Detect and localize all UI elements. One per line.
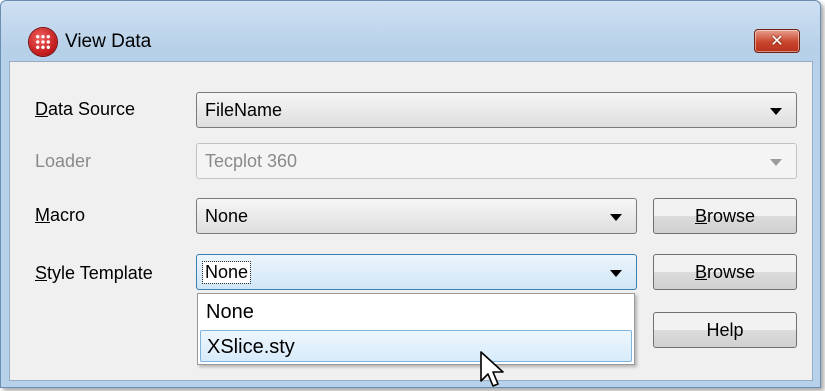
chevron-down-icon bbox=[610, 270, 622, 277]
help-button[interactable]: Help bbox=[653, 312, 797, 348]
dropdown-option-none[interactable]: None bbox=[200, 296, 632, 328]
data-source-combo[interactable]: FileName bbox=[196, 92, 797, 128]
mouse-pointer-icon bbox=[480, 351, 504, 387]
loader-value: Tecplot 360 bbox=[205, 151, 298, 171]
dropdown-option-xslice[interactable]: XSlice.sty bbox=[200, 330, 632, 362]
data-source-label: Data Source bbox=[35, 99, 136, 119]
loader-combo: Tecplot 360 bbox=[196, 143, 797, 179]
macro-browse-label: Browse bbox=[694, 206, 756, 226]
style-browse-label: Browse bbox=[694, 262, 756, 282]
macro-label: Macro bbox=[35, 205, 86, 225]
chevron-down-icon bbox=[770, 108, 782, 115]
chevron-down-icon bbox=[610, 214, 622, 221]
style-template-combo[interactable]: None bbox=[196, 254, 637, 290]
macro-browse-button[interactable]: Browse bbox=[653, 198, 797, 234]
close-icon: ✕ bbox=[770, 31, 784, 50]
style-template-dropdown-list: None XSlice.sty bbox=[197, 293, 635, 365]
data-source-value: FileName bbox=[205, 100, 283, 120]
macro-value: None bbox=[205, 206, 249, 226]
close-button[interactable]: ✕ bbox=[754, 29, 800, 53]
window-title: View Data bbox=[65, 31, 152, 52]
loader-label: Loader bbox=[35, 151, 92, 171]
app-icon bbox=[29, 28, 57, 56]
chevron-down-icon bbox=[770, 159, 782, 166]
view-data-dialog: View Data ✕ Data Source FileName Loader … bbox=[0, 0, 821, 388]
macro-combo[interactable]: None bbox=[196, 198, 637, 234]
style-browse-button[interactable]: Browse bbox=[653, 254, 797, 290]
style-template-value: None bbox=[201, 261, 252, 284]
style-template-label: Style Template bbox=[35, 263, 153, 283]
help-label: Help bbox=[706, 320, 744, 340]
title-bar[interactable]: View Data ✕ bbox=[1, 1, 820, 56]
